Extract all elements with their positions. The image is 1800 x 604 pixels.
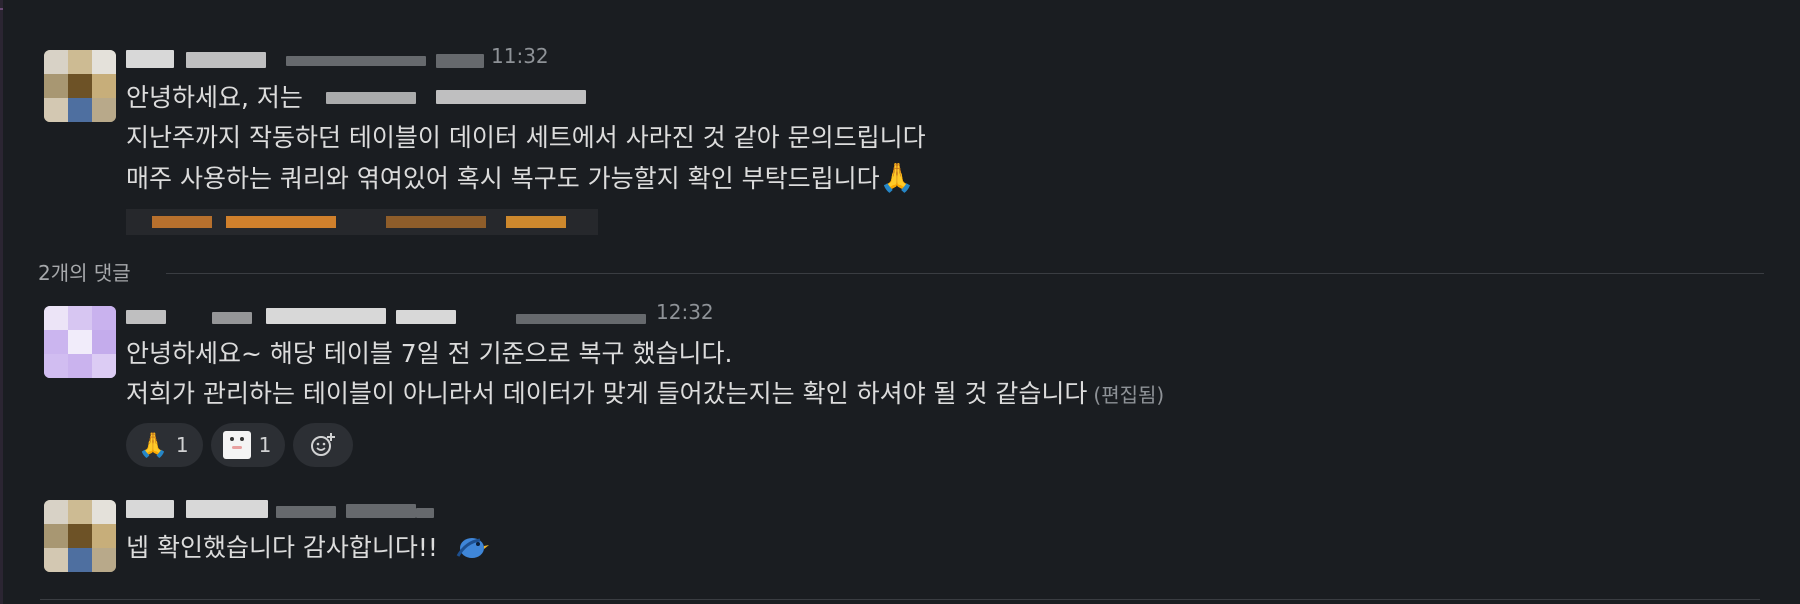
left-rail bbox=[0, 0, 3, 604]
blue-bird-emoji-icon bbox=[456, 538, 489, 558]
redacted-link[interactable] bbox=[126, 205, 1726, 239]
thread-divider: 2개의 댓글 bbox=[38, 258, 1764, 288]
rail-tick bbox=[0, 8, 3, 10]
reaction-count: 1 bbox=[175, 433, 189, 457]
message-line: 저희가 관리하는 테이블이 아니라서 데이터가 맞게 들어갔는지는 확인 하셔야… bbox=[126, 379, 1165, 408]
character-emoji-icon bbox=[222, 431, 251, 459]
reaction-character[interactable]: 1 bbox=[210, 423, 286, 467]
message-header: 11:32 bbox=[126, 44, 1726, 78]
pray-emoji-icon: 🙏 bbox=[138, 431, 168, 459]
reaction-pray[interactable]: 🙏 1 bbox=[126, 423, 203, 467]
message-line: 매주 사용하는 쿼리와 엮여있어 혹시 복구도 가능할지 확인 부탁드립니다🙏 bbox=[126, 161, 915, 194]
avatar[interactable] bbox=[44, 50, 116, 122]
divider-line bbox=[166, 273, 1764, 274]
add-emoji-icon bbox=[311, 433, 336, 456]
reactions-bar: 🙏 1 1 bbox=[126, 423, 1726, 467]
message-line: 지난주까지 작동하던 테이블이 데이터 세트에서 사라진 것 같아 문의드립니다 bbox=[126, 123, 926, 152]
message-time: 12:32 bbox=[656, 300, 714, 324]
message-line: 안녕하세요, 저는 bbox=[126, 78, 1726, 118]
reply-count-label: 2개의 댓글 bbox=[38, 261, 131, 285]
composer-edge bbox=[40, 599, 1760, 604]
message-line: 넵 확인했습니다 감사합니다!! bbox=[126, 528, 1726, 568]
pray-emoji-icon: 🙏 bbox=[879, 161, 915, 194]
message-line: 안녕하세요~ 해당 테이블 7일 전 기준으로 복구 했습니다. bbox=[126, 339, 733, 368]
avatar[interactable] bbox=[44, 500, 116, 572]
edited-label: (편집됨) bbox=[1093, 383, 1165, 407]
avatar[interactable] bbox=[44, 306, 116, 378]
message-header bbox=[126, 500, 1726, 528]
add-reaction-button[interactable] bbox=[293, 423, 354, 467]
message-time: 11:32 bbox=[491, 44, 549, 68]
message-header: 12:32 bbox=[126, 300, 1726, 334]
reaction-count: 1 bbox=[258, 433, 272, 457]
